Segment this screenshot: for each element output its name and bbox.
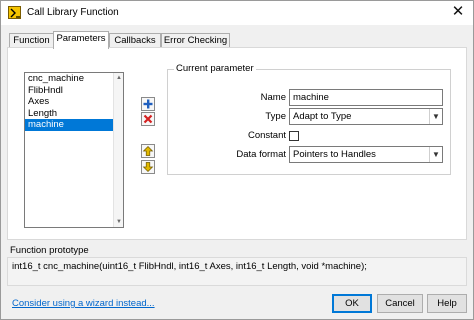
chevron-down-icon[interactable]: ▼: [429, 109, 442, 124]
labview-app-icon: [8, 6, 21, 19]
scroll-up-icon[interactable]: ▲: [114, 73, 124, 83]
move-down-icon: [142, 162, 154, 172]
close-icon[interactable]: ✕: [448, 3, 468, 21]
function-prototype-text: int16_t cnc_machine(uint16_t FlibHndl, i…: [12, 261, 367, 272]
add-parameter-icon: [143, 99, 153, 109]
list-item-selected[interactable]: machine: [25, 119, 113, 131]
cancel-button[interactable]: Cancel: [377, 294, 423, 313]
name-field[interactable]: [289, 89, 443, 106]
parameters-panel: cnc_machine FlibHndl Axes Length machine…: [7, 47, 467, 240]
chevron-down-icon[interactable]: ▼: [429, 147, 442, 162]
move-down-button[interactable]: [141, 160, 155, 174]
delete-parameter-button[interactable]: [141, 112, 155, 126]
list-item[interactable]: Length: [25, 108, 113, 120]
constant-label: Constant: [247, 130, 286, 141]
move-up-icon: [142, 146, 154, 156]
list-item[interactable]: cnc_machine: [25, 73, 113, 85]
list-scrollbar[interactable]: ▲ ▼: [113, 73, 123, 227]
data-format-label: Data format: [236, 149, 286, 160]
move-up-button[interactable]: [141, 144, 155, 158]
type-select-value: Adapt to Type: [293, 111, 352, 122]
parameter-list[interactable]: cnc_machine FlibHndl Axes Length machine…: [24, 72, 124, 228]
help-button[interactable]: Help: [427, 294, 467, 313]
data-format-select[interactable]: Pointers to Handles ▼: [289, 146, 443, 163]
type-label: Type: [265, 111, 286, 122]
window-title: Call Library Function: [27, 7, 119, 18]
tab-parameters[interactable]: Parameters: [53, 31, 109, 49]
title-bar: Call Library Function ✕: [1, 1, 473, 25]
ok-button[interactable]: OK: [332, 294, 372, 313]
tab-function[interactable]: Function: [9, 33, 54, 48]
constant-checkbox[interactable]: [289, 131, 299, 141]
function-prototype-label: Function prototype: [10, 245, 89, 256]
list-item[interactable]: Axes: [25, 96, 113, 108]
function-prototype-box: int16_t cnc_machine(uint16_t FlibHndl, i…: [7, 257, 467, 286]
dialog-window: Call Library Function ✕ Function Paramet…: [0, 0, 474, 320]
tab-callbacks[interactable]: Callbacks: [109, 33, 161, 48]
current-parameter-group: Current parameter Name Type Adapt to Typ…: [167, 63, 451, 175]
type-select[interactable]: Adapt to Type ▼: [289, 108, 443, 125]
current-parameter-legend: Current parameter: [174, 63, 256, 75]
name-label: Name: [260, 92, 286, 103]
add-parameter-button[interactable]: [141, 97, 155, 111]
list-item[interactable]: FlibHndl: [25, 85, 113, 97]
scroll-down-icon[interactable]: ▼: [114, 217, 124, 227]
tab-error-checking[interactable]: Error Checking: [161, 33, 230, 48]
data-format-select-value: Pointers to Handles: [293, 149, 376, 160]
wizard-link[interactable]: Consider using a wizard instead...: [12, 298, 155, 310]
delete-parameter-icon: [143, 114, 153, 124]
